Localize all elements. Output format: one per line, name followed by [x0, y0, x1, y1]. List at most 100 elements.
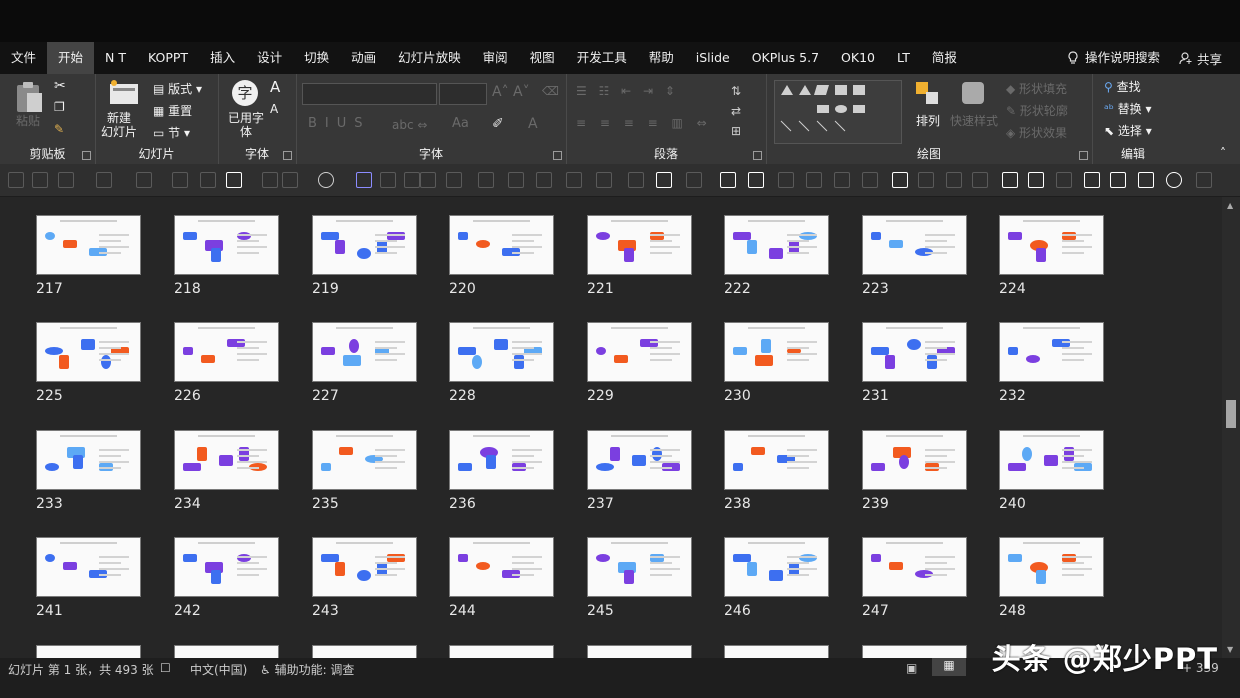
slide-thumbnail[interactable]: [587, 537, 692, 597]
notes-icon[interactable]: ☐: [160, 661, 171, 675]
collapse-ribbon-icon[interactable]: ˄: [1220, 146, 1226, 160]
qat-tool-25-icon[interactable]: [748, 172, 764, 188]
qat-tool-21-icon[interactable]: [628, 172, 644, 188]
slide-thumbnail[interactable]: [174, 215, 279, 275]
qat-tool-23-icon[interactable]: [686, 172, 702, 188]
tab-8[interactable]: 幻灯片放映: [387, 42, 472, 74]
qat-tool-38-icon[interactable]: [1110, 172, 1126, 188]
normal-view-icon[interactable]: ▣: [906, 661, 917, 675]
find-button[interactable]: ⚲ 查找: [1104, 78, 1141, 95]
slide-thumbnail[interactable]: [312, 537, 417, 597]
font-glyph-icon[interactable]: 字: [232, 80, 258, 106]
slide-thumbnail[interactable]: [587, 430, 692, 490]
slide-thumbnail-partial[interactable]: [587, 645, 692, 658]
font-launcher-icon[interactable]: [553, 151, 562, 160]
vertical-scrollbar[interactable]: ▲ ▼: [1222, 197, 1240, 658]
char-spacing-icon[interactable]: abc ⇔: [392, 118, 427, 132]
tab-17[interactable]: 简报: [921, 42, 968, 74]
format-painter-icon[interactable]: ✎: [54, 122, 64, 136]
used-font-label[interactable]: 已用字 体: [228, 111, 264, 139]
qat-tool-16-icon[interactable]: [478, 172, 494, 188]
tab-10[interactable]: 视图: [519, 42, 566, 74]
slide-thumbnail-partial[interactable]: [449, 645, 554, 658]
tab-11[interactable]: 开发工具: [566, 42, 638, 74]
slide-thumbnail-partial[interactable]: [862, 645, 967, 658]
tab-1[interactable]: 开始: [47, 42, 95, 74]
replace-button[interactable]: ᵃᵇ 替换 ▾: [1104, 100, 1152, 117]
slide-thumbnail[interactable]: [999, 322, 1104, 382]
slide-thumbnail[interactable]: [36, 215, 141, 275]
slide-thumbnail[interactable]: [174, 430, 279, 490]
qat-tool-11-icon[interactable]: [356, 172, 372, 188]
qat-tool-14-icon[interactable]: [420, 172, 436, 188]
qat-tool-19-icon[interactable]: [566, 172, 582, 188]
scrollbar-thumb[interactable]: [1226, 400, 1236, 428]
section-button[interactable]: ▭ 节 ▾: [153, 124, 190, 141]
scroll-down-icon[interactable]: ▼: [1227, 645, 1233, 654]
slide-sorter-view-icon[interactable]: ▦: [932, 658, 966, 676]
grow-font-icon[interactable]: A: [270, 78, 280, 96]
drawing-launcher-icon[interactable]: [1079, 151, 1088, 160]
qat-tool-0-icon[interactable]: [8, 172, 24, 188]
qat-tool-34-icon[interactable]: [1002, 172, 1018, 188]
tab-4[interactable]: 插入: [199, 42, 246, 74]
qat-tool-4-icon[interactable]: [136, 172, 152, 188]
qat-tool-9-icon[interactable]: [282, 172, 298, 188]
tab-14[interactable]: OKPlus 5.7: [741, 42, 830, 74]
qat-tool-39-icon[interactable]: [1138, 172, 1154, 188]
qat-tool-33-icon[interactable]: [972, 172, 988, 188]
qat-tool-8-icon[interactable]: [262, 172, 278, 188]
clipboard-launcher-icon[interactable]: [82, 151, 91, 160]
qat-tool-10-icon[interactable]: [318, 172, 334, 188]
arrange-icon[interactable]: [914, 80, 942, 108]
qat-tool-32-icon[interactable]: [946, 172, 962, 188]
tab-3[interactable]: KOPPT: [137, 42, 199, 74]
qat-tool-37-icon[interactable]: [1084, 172, 1100, 188]
qat-tool-5-icon[interactable]: [172, 172, 188, 188]
scroll-up-icon[interactable]: ▲: [1227, 201, 1233, 210]
change-case-icon[interactable]: Aa: [452, 116, 469, 131]
qat-tool-3-icon[interactable]: [96, 172, 112, 188]
slide-thumbnail[interactable]: [449, 430, 554, 490]
tab-5[interactable]: 设计: [246, 42, 293, 74]
slide-thumbnail[interactable]: [312, 322, 417, 382]
slide-thumbnail-partial[interactable]: [36, 645, 141, 658]
quick-styles-label[interactable]: 快速样式: [950, 112, 998, 129]
qat-tool-2-icon[interactable]: [58, 172, 74, 188]
arrange-label[interactable]: 排列: [916, 112, 940, 129]
shape-fill-button[interactable]: ◆ 形状填充: [1006, 80, 1067, 97]
tab-12[interactable]: 帮助: [638, 42, 685, 74]
tab-7[interactable]: 动画: [340, 42, 387, 74]
list-icons[interactable]: ☰ ☷ ⇤ ⇥ ⇕: [576, 84, 679, 98]
align-text-icon[interactable]: ⇄: [731, 104, 741, 118]
grow-font-dim-icon[interactable]: A˄ A˅: [492, 84, 530, 100]
cut-icon[interactable]: ✂: [54, 78, 66, 94]
tab-13[interactable]: iSlide: [685, 42, 741, 74]
used-font-launcher-icon[interactable]: [283, 151, 292, 160]
qat-tool-24-icon[interactable]: [720, 172, 736, 188]
qat-tool-13-icon[interactable]: [404, 172, 420, 188]
align-icons[interactable]: ≡ ≡ ≡ ≡ ▥ ⇔: [576, 116, 712, 130]
slide-thumbnail[interactable]: [312, 215, 417, 275]
qat-tool-7-icon[interactable]: [226, 172, 242, 188]
language-status[interactable]: 中文(中国): [190, 661, 247, 678]
slide-thumbnail-partial[interactable]: [174, 645, 279, 658]
qat-tool-12-icon[interactable]: [380, 172, 396, 188]
slide-thumbnail[interactable]: [724, 430, 829, 490]
slide-thumbnail[interactable]: [449, 322, 554, 382]
slide-thumbnail[interactable]: [999, 430, 1104, 490]
shape-effects-button[interactable]: ◈ 形状效果: [1006, 124, 1067, 141]
qat-tool-20-icon[interactable]: [596, 172, 612, 188]
layout-button[interactable]: ▤ 版式 ▾: [153, 80, 202, 97]
tab-9[interactable]: 审阅: [472, 42, 519, 74]
qat-tool-22-icon[interactable]: [656, 172, 672, 188]
smartart-icon[interactable]: ⊞: [731, 124, 741, 138]
qat-tool-41-icon[interactable]: [1196, 172, 1212, 188]
tab-15[interactable]: OK10: [830, 42, 886, 74]
slide-thumbnail-partial[interactable]: [724, 645, 829, 658]
qat-tool-36-icon[interactable]: [1056, 172, 1072, 188]
slide-thumbnail[interactable]: [174, 537, 279, 597]
qat-tool-17-icon[interactable]: [508, 172, 524, 188]
slide-thumbnail[interactable]: [724, 537, 829, 597]
font-size-field[interactable]: [439, 83, 487, 105]
